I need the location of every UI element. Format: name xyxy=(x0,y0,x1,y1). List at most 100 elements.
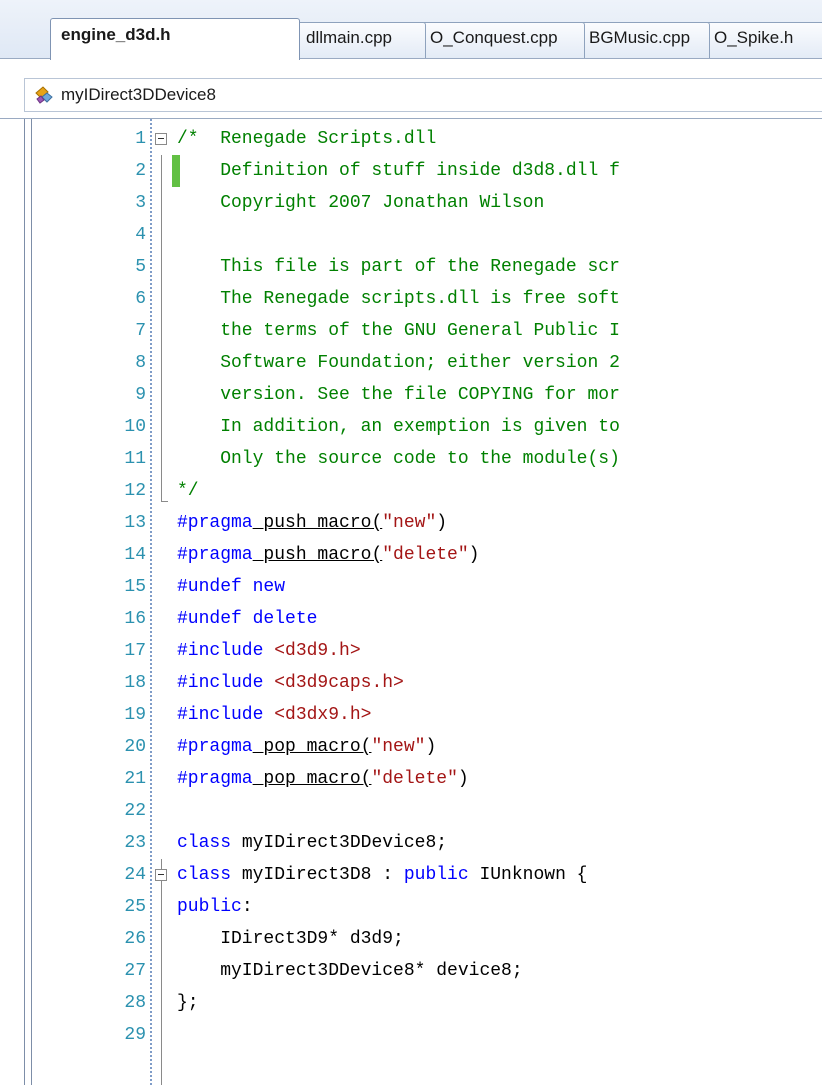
line-number: 28 xyxy=(124,993,146,1013)
code-line[interactable]: 14 #pragma push_macro("delete") xyxy=(0,539,822,571)
code-editor[interactable]: 1 /* Renegade Scripts.dll 2 Definition of … xyxy=(0,118,822,1085)
line-number: 8 xyxy=(135,353,146,373)
code-line[interactable]: 10 In addition, an exemption is given to xyxy=(0,411,822,443)
code-line[interactable]: 21 #pragma pop_macro("delete") xyxy=(0,763,822,795)
tab-dllmain-cpp[interactable]: dllmain.cpp xyxy=(297,22,426,58)
code-line[interactable]: 27 myIDirect3DDevice8* device8; xyxy=(0,955,822,987)
code-line[interactable]: 29 xyxy=(0,1019,822,1051)
code-text: The Renegade scripts.dll is free soft xyxy=(177,283,620,315)
comment-text: Definition of stuff inside d3d8.dll f xyxy=(177,161,620,181)
keyword-token: delete xyxy=(241,609,318,629)
comment-text: the terms of the GNU General Public I xyxy=(177,321,620,341)
line-number: 10 xyxy=(124,417,146,437)
comment-text: version. See the file COPYING for mor xyxy=(177,385,620,405)
string-token: <d3dx9.h> xyxy=(263,705,372,725)
code-text: #include <d3d9.h> xyxy=(177,635,361,667)
identifier-token: pop_macro( xyxy=(252,769,372,789)
line-number: 25 xyxy=(124,897,146,917)
line-number: 5 xyxy=(135,257,146,277)
comment-text: The Renegade scripts.dll is free soft xyxy=(177,289,620,309)
identifier-token: pop_macro( xyxy=(252,737,372,757)
line-number: 17 xyxy=(124,641,146,661)
code-text: version. See the file COPYING for mor xyxy=(177,379,620,411)
line-number: 3 xyxy=(135,193,146,213)
string-token: "delete" xyxy=(382,545,469,565)
code-line[interactable]: 2 Definition of stuff inside d3d8.dll f xyxy=(0,155,822,187)
string-token: "delete" xyxy=(371,769,458,789)
code-line[interactable]: 22 xyxy=(0,795,822,827)
type-dropdown[interactable]: myIDirect3DDevice8 xyxy=(24,78,822,112)
code-line[interactable]: 25 public: xyxy=(0,891,822,923)
identifier-token: myIDirect3D8 : xyxy=(231,865,404,885)
tab-label: dllmain.cpp xyxy=(306,28,392,47)
tab-o-conquest-cpp[interactable]: O_Conquest.cpp xyxy=(421,22,585,58)
keyword-token: #include xyxy=(177,673,264,693)
code-line[interactable]: 11 Only the source code to the module(s) xyxy=(0,443,822,475)
code-text: In addition, an exemption is given to xyxy=(177,411,620,443)
code-text: myIDirect3DDevice8* device8; xyxy=(177,955,522,987)
punctuation-token: ) xyxy=(468,545,480,565)
keyword-token: #pragma xyxy=(177,769,253,789)
class-icon xyxy=(35,86,53,104)
code-line[interactable]: 23 class myIDirect3DDevice8; xyxy=(0,827,822,859)
code-line[interactable]: 26 IDirect3D9* d3d9; xyxy=(0,923,822,955)
comment-text: /* Renegade Scripts.dll xyxy=(177,129,437,149)
tab-bgmusic-cpp[interactable]: BGMusic.cpp xyxy=(580,22,710,58)
keyword-token: #pragma xyxy=(177,545,253,565)
code-line[interactable]: 18 #include <d3d9caps.h> xyxy=(0,667,822,699)
collapse-icon[interactable] xyxy=(155,869,167,881)
code-line[interactable]: 12 */ xyxy=(0,475,822,507)
identifier-token: IDirect3D9* d3d9; xyxy=(177,929,404,949)
line-number: 18 xyxy=(124,673,146,693)
code-text: IDirect3D9* d3d9; xyxy=(177,923,404,955)
string-token: "new" xyxy=(371,737,426,757)
code-line[interactable]: 20 #pragma pop_macro("new") xyxy=(0,731,822,763)
code-line[interactable]: 6 The Renegade scripts.dll is free soft xyxy=(0,283,822,315)
line-number: 22 xyxy=(124,801,146,821)
code-line[interactable]: 13 #pragma push_macro("new") xyxy=(0,507,822,539)
line-number: 26 xyxy=(124,929,146,949)
tab-engine-d3d-h[interactable]: engine_d3d.h xyxy=(50,18,300,60)
keyword-token: public xyxy=(403,865,469,885)
comment-text: */ xyxy=(177,481,199,501)
code-text: #include <d3dx9.h> xyxy=(177,699,371,731)
code-text: Copyright 2007 Jonathan Wilson xyxy=(177,187,544,219)
comment-text: This file is part of the Renegade scr xyxy=(177,257,620,277)
code-line[interactable]: 19 #include <d3dx9.h> xyxy=(0,699,822,731)
line-number: 1 xyxy=(135,129,146,149)
keyword-token: #pragma xyxy=(177,513,253,533)
code-line[interactable]: 17 #include <d3d9.h> xyxy=(0,635,822,667)
code-line[interactable]: 5 This file is part of the Renegade scr xyxy=(0,251,822,283)
code-line[interactable]: 16 #undef delete xyxy=(0,603,822,635)
code-line[interactable]: 7 the terms of the GNU General Public I xyxy=(0,315,822,347)
code-text: #undef new xyxy=(177,571,285,603)
tab-o-spike-h[interactable]: O_Spike.h xyxy=(705,22,822,58)
string-token: <d3d9.h> xyxy=(263,641,361,661)
identifier-token: : xyxy=(241,897,253,917)
code-line[interactable]: 3 Copyright 2007 Jonathan Wilson xyxy=(0,187,822,219)
code-text: class myIDirect3D8 : public IUnknown { xyxy=(177,859,587,891)
line-number: 20 xyxy=(124,737,146,757)
line-number: 13 xyxy=(124,513,146,533)
code-line[interactable]: 28}; xyxy=(0,987,822,1019)
code-line[interactable]: 9 version. See the file COPYING for mor xyxy=(0,379,822,411)
code-text: the terms of the GNU General Public I xyxy=(177,315,620,347)
tab-label: O_Conquest.cpp xyxy=(430,28,558,47)
collapse-icon[interactable] xyxy=(155,133,167,145)
code-text: #include <d3d9caps.h> xyxy=(177,667,404,699)
code-text: /* Renegade Scripts.dll xyxy=(177,123,436,155)
code-line[interactable]: 1 /* Renegade Scripts.dll xyxy=(0,123,822,155)
punctuation-token: ) xyxy=(425,737,437,757)
code-line[interactable]: 8 Software Foundation; either version 2 xyxy=(0,347,822,379)
keyword-token: public xyxy=(177,897,242,917)
code-line[interactable]: 4 xyxy=(0,219,822,251)
code-line[interactable]: 15 #undef new xyxy=(0,571,822,603)
line-number: 16 xyxy=(124,609,146,629)
code-text: #pragma push_macro("delete") xyxy=(177,539,479,571)
line-number: 23 xyxy=(124,833,146,853)
keyword-token: #pragma xyxy=(177,737,253,757)
keyword-token: #include xyxy=(177,705,264,725)
identifier-token: push_macro( xyxy=(252,545,383,565)
line-number: 2 xyxy=(135,161,146,181)
code-line[interactable]: 24 class myIDirect3D8 : public IUnknown { xyxy=(0,859,822,891)
